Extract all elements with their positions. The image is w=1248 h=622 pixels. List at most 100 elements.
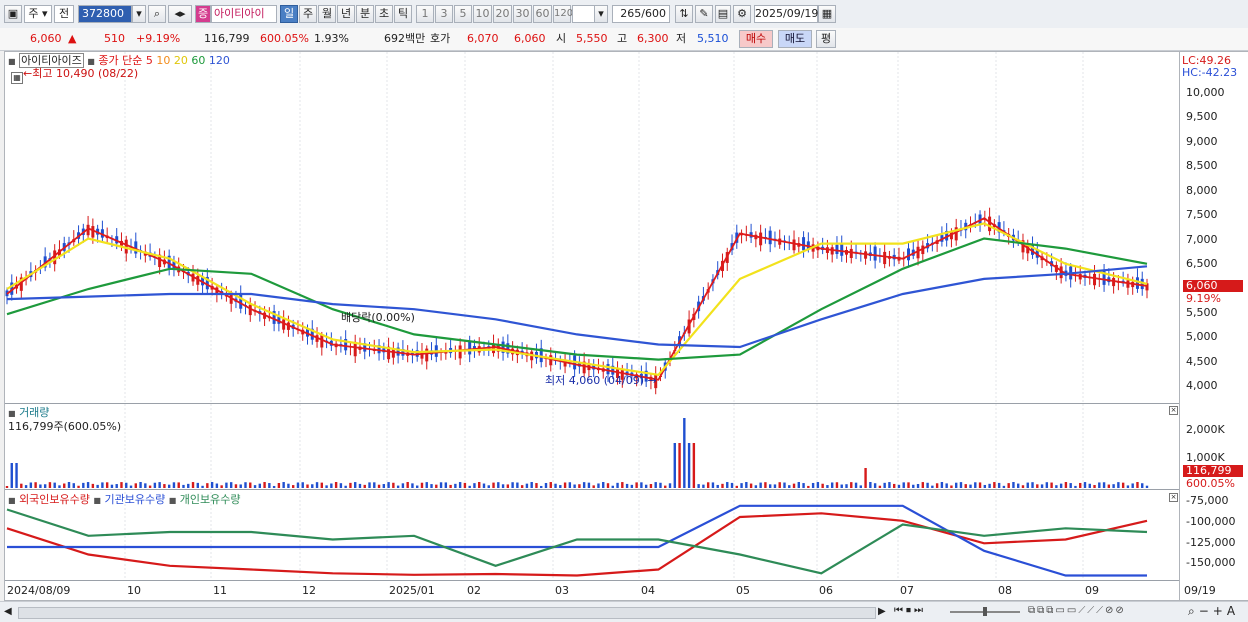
volume-bar bbox=[339, 483, 343, 488]
tab-month[interactable]: 월 bbox=[318, 5, 336, 23]
scroll-left-icon[interactable]: ◀ bbox=[4, 606, 12, 617]
panel-divider[interactable] bbox=[5, 489, 1179, 490]
volume-bar bbox=[1045, 482, 1049, 488]
interval-120[interactable]: 120 bbox=[553, 5, 573, 23]
volume-bar bbox=[673, 443, 676, 488]
volume-bar bbox=[587, 482, 591, 488]
interval-20[interactable]: 20 bbox=[493, 5, 512, 23]
calendar-icon[interactable]: ▦ bbox=[11, 72, 23, 84]
candle-body bbox=[468, 341, 472, 355]
volume-bar bbox=[239, 484, 242, 488]
volume-bar bbox=[563, 482, 567, 488]
volume-bar bbox=[344, 485, 347, 488]
count-value: 265 bbox=[620, 7, 642, 20]
search-icon[interactable]: ⌕ bbox=[148, 5, 166, 23]
volume-bar bbox=[34, 482, 37, 488]
tab-year[interactable]: 년 bbox=[337, 5, 355, 23]
volume-bar bbox=[974, 482, 977, 488]
ask-price: 6,070 bbox=[467, 32, 499, 45]
interval-60[interactable]: 60 bbox=[533, 5, 552, 23]
panel-divider[interactable] bbox=[5, 403, 1179, 404]
prev-next-icon[interactable]: ◂▸ bbox=[168, 5, 192, 23]
volume-bar bbox=[425, 482, 428, 488]
volume-bar bbox=[616, 482, 619, 488]
tab-tick[interactable]: 틱 bbox=[394, 5, 412, 23]
volume-bar bbox=[382, 484, 386, 488]
volume-bar bbox=[921, 482, 925, 488]
volume-bar bbox=[196, 482, 199, 488]
draw-tool-icon[interactable]: ✎ bbox=[695, 5, 713, 23]
volume-bar bbox=[258, 483, 262, 488]
volume-bar bbox=[435, 484, 438, 488]
volume-bar bbox=[735, 485, 738, 488]
volume-bar bbox=[105, 482, 109, 488]
panel-close-icon[interactable]: × bbox=[1169, 406, 1178, 415]
interval-30[interactable]: 30 bbox=[513, 5, 532, 23]
interval-dropdown-icon[interactable]: ▾ bbox=[594, 5, 608, 23]
count-field[interactable]: 265/600 bbox=[612, 5, 670, 23]
volume-bar bbox=[148, 485, 152, 488]
playback-controls-icon[interactable]: ⏮⏹⏭ bbox=[894, 605, 926, 616]
window-menu-icon[interactable]: ▣ bbox=[4, 5, 22, 23]
trade-amount: 692백만 bbox=[384, 32, 426, 45]
tab-day[interactable]: 일 bbox=[280, 5, 298, 23]
x-label: 12 bbox=[302, 584, 316, 597]
interval-3[interactable]: 3 bbox=[435, 5, 453, 23]
volume-bar bbox=[172, 482, 176, 488]
tab-week[interactable]: 주 bbox=[299, 5, 317, 23]
horizontal-scrollbar[interactable] bbox=[18, 607, 876, 619]
save-icon[interactable]: ▤ bbox=[715, 5, 731, 23]
code-dropdown-icon[interactable]: ▾ bbox=[132, 5, 146, 23]
panel-close-icon[interactable]: × bbox=[1169, 493, 1178, 502]
volume-bar bbox=[325, 485, 328, 488]
volume-bar bbox=[39, 484, 42, 488]
volume-bar bbox=[759, 482, 762, 488]
volume-bar bbox=[296, 482, 300, 488]
volume-bar bbox=[1112, 484, 1115, 488]
volume-bar bbox=[845, 484, 848, 488]
chart-tools-icon[interactable]: ⧉⧉⧉▭▭⟋⟋⟋⊘⊘ bbox=[1028, 605, 1126, 616]
interval-5[interactable]: 5 bbox=[454, 5, 472, 23]
volume-bar bbox=[77, 485, 80, 488]
volume-bar bbox=[1121, 482, 1125, 488]
volume-bar bbox=[225, 482, 228, 488]
volume-bar bbox=[53, 482, 56, 488]
volume-bar bbox=[1026, 482, 1029, 488]
volume-bar bbox=[730, 482, 734, 488]
type-select[interactable]: 전 bbox=[54, 5, 74, 23]
buy-button[interactable]: 매수 bbox=[739, 30, 773, 48]
volume-bar bbox=[830, 482, 834, 488]
volume-bar bbox=[1002, 485, 1006, 488]
zoom-slider-thumb[interactable] bbox=[983, 607, 987, 616]
y-axis: LC:49.26 HC:-42.23 10,000 9,500 9,000 8,… bbox=[1180, 51, 1248, 601]
x-label: 2024/08/09 bbox=[7, 584, 71, 597]
chart-area[interactable]: ■ 아이티아이즈 ■ 종가 단순 5 10 20 60 120 ▦ ←최고 10… bbox=[4, 51, 1180, 601]
zoom-controls-icon[interactable]: ⌕−+A bbox=[1188, 604, 1239, 619]
volume-bar bbox=[883, 482, 886, 488]
volume-bar bbox=[210, 482, 214, 488]
eval-button[interactable]: 평 bbox=[816, 30, 836, 48]
compare-icon[interactable]: ⇅ bbox=[675, 5, 693, 23]
gear-icon[interactable]: ⚙ bbox=[733, 5, 751, 23]
volume-bar bbox=[182, 484, 185, 488]
calendar-icon[interactable]: ▦ bbox=[818, 5, 836, 23]
market-select[interactable]: 주 ▾ bbox=[24, 5, 52, 23]
volume-bar bbox=[821, 483, 824, 488]
interval-1[interactable]: 1 bbox=[416, 5, 434, 23]
tab-minute[interactable]: 분 bbox=[356, 5, 374, 23]
low-price: 5,510 bbox=[697, 32, 729, 45]
volume-bar bbox=[368, 482, 371, 488]
date-input[interactable]: 2025/09/19 bbox=[754, 5, 818, 23]
volume-bar bbox=[506, 484, 510, 488]
y-tick: 8,000 bbox=[1186, 184, 1218, 197]
stock-code-input[interactable]: 372800 bbox=[78, 5, 132, 23]
tab-second[interactable]: 초 bbox=[375, 5, 393, 23]
up-arrow-icon: ▲ bbox=[68, 32, 77, 45]
volume-bar bbox=[20, 483, 23, 488]
sell-button[interactable]: 매도 bbox=[778, 30, 812, 48]
ma-legend-10: 10 bbox=[156, 54, 171, 67]
volume-bar bbox=[1088, 483, 1091, 488]
bid-price: 6,060 bbox=[514, 32, 546, 45]
scroll-right-icon[interactable]: ▶ bbox=[878, 606, 886, 617]
interval-10[interactable]: 10 bbox=[473, 5, 492, 23]
